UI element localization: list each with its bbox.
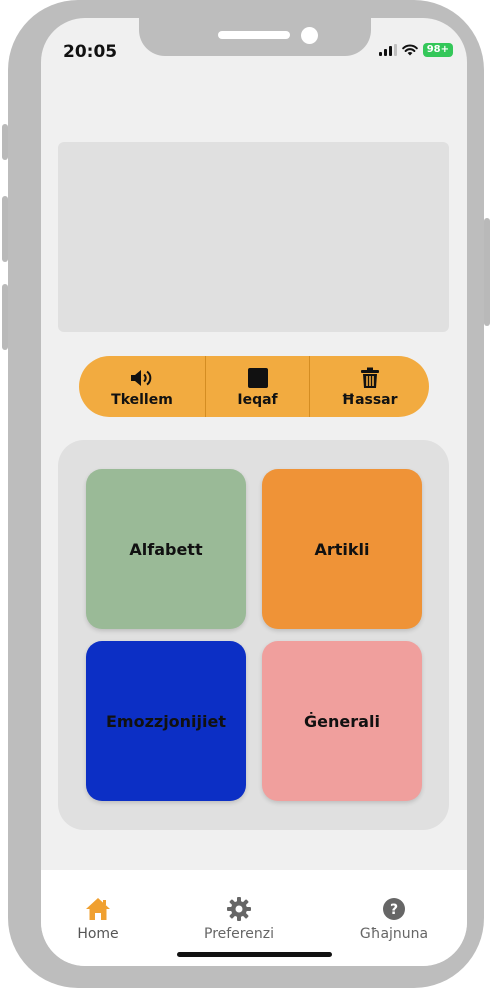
stop-label: Ieqaf <box>237 391 278 408</box>
category-label: Alfabett <box>129 539 203 559</box>
front-camera <box>301 27 318 44</box>
category-tile-emozzjonijiet[interactable]: Emozzjonijiet <box>86 641 246 801</box>
action-bar: Tkellem Ieqaf Ħassar <box>79 356 429 417</box>
status-icons: 98+ <box>378 43 453 57</box>
speak-label: Tkellem <box>111 391 173 408</box>
power-button <box>484 218 490 326</box>
speak-button[interactable]: Tkellem <box>79 356 206 417</box>
tab-home[interactable]: Home <box>43 896 153 942</box>
tab-help[interactable]: ? Għajnuna <box>339 896 449 942</box>
phone-screen: 20:05 98+ Tkellem Ieqaf Ħassar Alfabett … <box>41 18 467 966</box>
stop-button[interactable]: Ieqaf <box>206 356 310 417</box>
category-tile-artikli[interactable]: Artikli <box>262 469 422 629</box>
earpiece-speaker <box>218 31 290 39</box>
help-icon: ? <box>382 896 406 922</box>
status-time: 20:05 <box>63 42 118 62</box>
tab-help-label: Għajnuna <box>359 926 429 942</box>
category-tile-alfabett[interactable]: Alfabett <box>86 469 246 629</box>
gear-icon <box>226 896 252 922</box>
category-label: Artikli <box>314 539 370 559</box>
stop-icon <box>247 366 269 390</box>
tab-preferences[interactable]: Preferenzi <box>184 896 294 942</box>
message-display-area <box>58 142 449 332</box>
clear-button[interactable]: Ħassar <box>310 356 429 417</box>
tab-preferences-label: Preferenzi <box>204 926 274 942</box>
phone-frame: 20:05 98+ Tkellem Ieqaf Ħassar Alfabett … <box>8 0 484 988</box>
tab-home-label: Home <box>77 926 119 942</box>
wifi-icon <box>401 44 418 56</box>
category-tile-generali[interactable]: Ġenerali <box>262 641 422 801</box>
home-indicator <box>177 952 332 957</box>
clear-label: Ħassar <box>341 391 398 408</box>
battery-indicator: 98+ <box>422 43 453 57</box>
speaker-icon <box>129 366 155 390</box>
category-label: Emozzjonijiet <box>105 711 227 731</box>
home-icon <box>85 896 111 922</box>
signal-icon <box>378 44 397 56</box>
trash-icon <box>360 366 380 390</box>
category-grid: Alfabett Artikli Emozzjonijiet Ġenerali <box>58 440 449 830</box>
category-label: Ġenerali <box>304 711 380 731</box>
svg-text:?: ? <box>390 902 398 918</box>
